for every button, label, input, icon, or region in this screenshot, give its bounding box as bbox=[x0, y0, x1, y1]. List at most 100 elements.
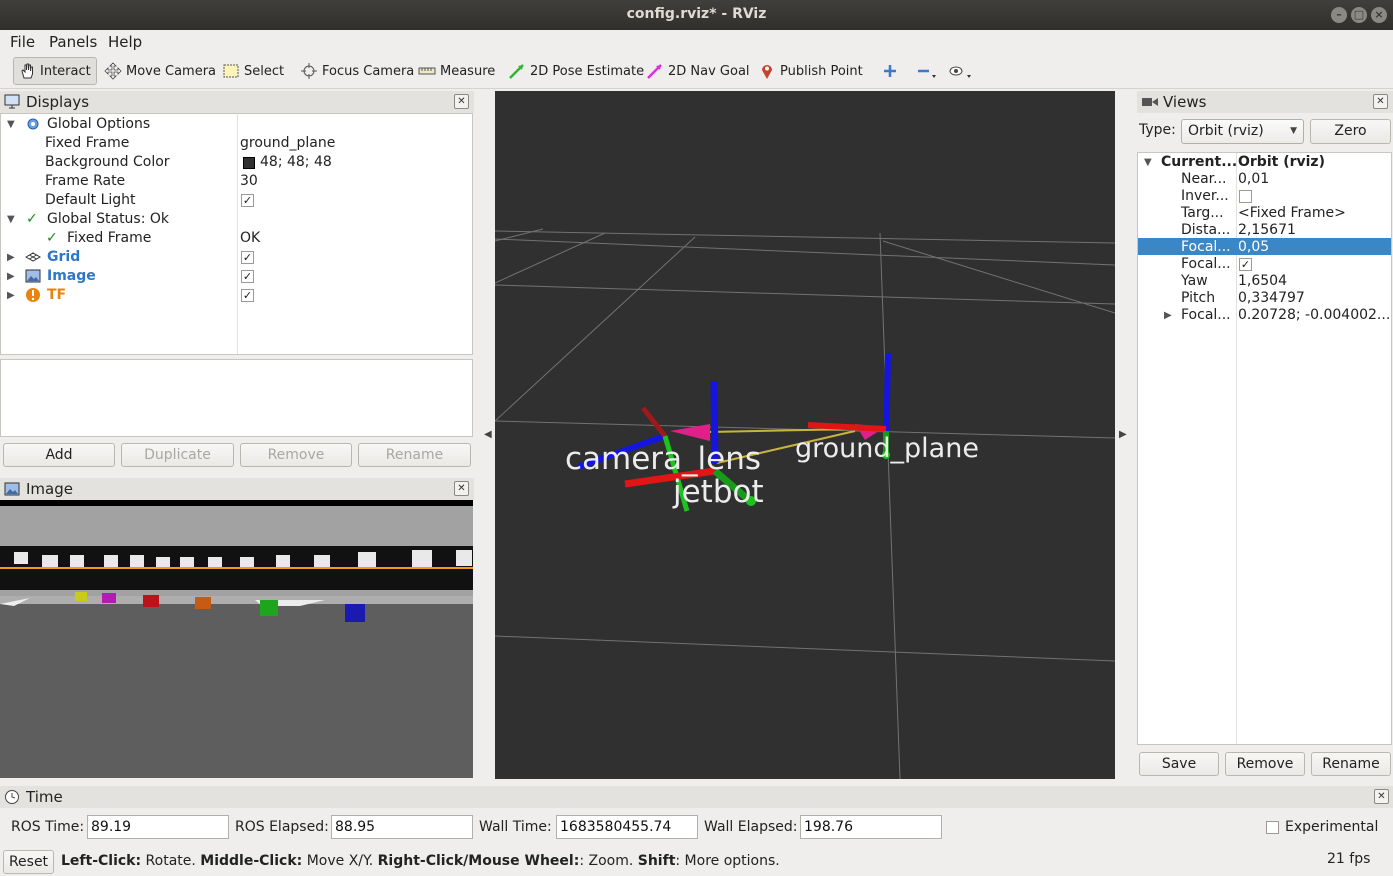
views-tree: ▼ Current... Orbit (rviz) Near... 0,01 I… bbox=[1137, 152, 1392, 745]
background-color-value[interactable]: 48; 48; 48 bbox=[260, 153, 332, 172]
invert-checkbox[interactable] bbox=[1239, 190, 1252, 203]
remove-view-button[interactable]: Remove bbox=[1225, 752, 1305, 776]
menu-help[interactable]: Help bbox=[108, 33, 142, 51]
ros-elapsed-field[interactable]: 88.95 bbox=[331, 815, 473, 839]
add-display-button[interactable]: Add bbox=[3, 443, 115, 467]
tree-row-frame-rate[interactable]: Frame Rate 30 bbox=[1, 172, 471, 191]
save-view-button[interactable]: Save bbox=[1139, 752, 1219, 776]
focus-camera-label: Focus Camera bbox=[322, 63, 415, 79]
displays-close-button[interactable]: ✕ bbox=[454, 94, 469, 109]
select-label: Select bbox=[244, 63, 285, 79]
measure-label: Measure bbox=[440, 63, 496, 79]
displays-tree: ▼ Global Options Fixed Frame ground_plan… bbox=[0, 113, 473, 355]
tree-row-global-options[interactable]: ▼ Global Options bbox=[1, 115, 471, 134]
nav-goal-tool[interactable]: 2D Nav Goal bbox=[642, 57, 754, 85]
displays-header: Displays ✕ bbox=[0, 91, 474, 113]
plus-icon bbox=[884, 65, 896, 77]
menu-panels[interactable]: Panels bbox=[49, 33, 97, 51]
view-row-focal-size-selected[interactable]: Focal... 0,05 bbox=[1138, 238, 1391, 255]
view-tool-button[interactable] bbox=[944, 57, 982, 85]
maximize-button[interactable]: □ bbox=[1351, 7, 1367, 23]
move-camera-tool[interactable]: Move Camera bbox=[100, 57, 220, 85]
default-light-checkbox[interactable]: ✓ bbox=[241, 194, 254, 207]
minimize-button[interactable]: – bbox=[1331, 7, 1347, 23]
remove-display-button[interactable]: Remove bbox=[240, 443, 352, 467]
wall-elapsed-label: Wall Elapsed: bbox=[704, 819, 798, 835]
focus-camera-tool[interactable]: Focus Camera bbox=[296, 57, 418, 85]
frame-rate-value[interactable]: 30 bbox=[240, 172, 258, 191]
reset-button[interactable]: Reset bbox=[3, 850, 54, 874]
image-checkbox[interactable]: ✓ bbox=[241, 270, 254, 283]
row-label: Frame Rate bbox=[45, 173, 126, 189]
eye-icon bbox=[949, 66, 971, 78]
status-value: OK bbox=[240, 230, 261, 246]
checkmark-icon: ✓ bbox=[46, 230, 58, 246]
measure-tool[interactable]: Measure bbox=[414, 57, 499, 85]
scene-canvas: camera_lens ground_plane jetbot bbox=[495, 228, 1115, 779]
color-swatch[interactable] bbox=[243, 157, 255, 169]
tree-row-background-color[interactable]: Background Color 48; 48; 48 bbox=[1, 153, 471, 172]
focal-checkbox[interactable]: ✓ bbox=[1239, 258, 1252, 271]
tree-row-status-fixed-frame[interactable]: ✓ Fixed Frame OK bbox=[1, 229, 471, 248]
grid-checkbox[interactable]: ✓ bbox=[241, 251, 254, 264]
pose-estimate-tool[interactable]: 2D Pose Estimate bbox=[504, 57, 648, 85]
move-arrows-icon bbox=[104, 62, 122, 80]
row-label: Background Color bbox=[45, 154, 170, 170]
focus-crosshair-icon bbox=[301, 63, 317, 79]
remove-tool-button[interactable] bbox=[912, 57, 946, 85]
rename-view-button[interactable]: Rename bbox=[1311, 752, 1391, 776]
checkmark-icon: ✓ bbox=[26, 211, 38, 227]
zero-button[interactable]: Zero bbox=[1310, 119, 1391, 144]
image-panel-close-button[interactable]: ✕ bbox=[454, 481, 469, 496]
row-value[interactable]: 0.20728; -0.004002... bbox=[1238, 306, 1390, 325]
wall-elapsed-field[interactable]: 198.76 bbox=[800, 815, 942, 839]
ruler-icon bbox=[418, 67, 436, 75]
select-tool[interactable]: Select bbox=[218, 57, 288, 85]
fixed-frame-value[interactable]: ground_plane bbox=[240, 134, 335, 153]
hint-right-click: Right-Click/Mouse Wheel: bbox=[377, 853, 580, 869]
camera-icon bbox=[1142, 98, 1158, 106]
grid-icon bbox=[25, 252, 41, 262]
row-label: Default Light bbox=[45, 192, 136, 208]
camera-image-view[interactable] bbox=[0, 500, 473, 778]
views-close-button[interactable]: ✕ bbox=[1373, 94, 1388, 109]
menu-file[interactable]: File bbox=[10, 33, 35, 51]
ros-time-label: ROS Time: bbox=[11, 819, 85, 835]
duplicate-display-button[interactable]: Duplicate bbox=[121, 443, 234, 467]
experimental-checkbox[interactable] bbox=[1266, 821, 1279, 834]
image-panel-header: Image ✕ bbox=[0, 478, 474, 500]
window-title: config.rviz* - RViz bbox=[626, 6, 767, 22]
row-label: Focal... bbox=[1181, 307, 1231, 323]
tree-row-default-light[interactable]: Default Light ✓ bbox=[1, 191, 471, 210]
close-window-button[interactable]: × bbox=[1371, 7, 1387, 23]
render-viewport[interactable]: camera_lens ground_plane jetbot bbox=[495, 91, 1115, 779]
rename-display-button[interactable]: Rename bbox=[358, 443, 471, 467]
interact-label: Interact bbox=[40, 63, 91, 79]
interact-tool[interactable]: Interact bbox=[13, 57, 97, 85]
tree-row-grid[interactable]: ▶ Grid ✓ bbox=[1, 248, 471, 267]
hand-icon bbox=[21, 63, 33, 79]
hint-right-click-desc: : Zoom. bbox=[579, 853, 638, 869]
view-row-focal-point[interactable]: ▶ Focal... 0.20728; -0.004002... bbox=[1138, 306, 1391, 325]
tree-row-global-status[interactable]: ▼ ✓ Global Status: Ok bbox=[1, 210, 471, 229]
tree-row-image[interactable]: ▶ Image ✓ bbox=[1, 267, 471, 286]
tree-row-fixed-frame[interactable]: Fixed Frame ground_plane bbox=[1, 134, 471, 153]
time-close-button[interactable]: ✕ bbox=[1374, 789, 1389, 804]
row-label: Global Options bbox=[47, 116, 151, 132]
tree-row-tf[interactable]: ▶ TF ✓ bbox=[1, 286, 471, 305]
tf-checkbox[interactable]: ✓ bbox=[241, 289, 254, 302]
hint-left-click-desc: Rotate. bbox=[141, 853, 201, 869]
row-label: Fixed Frame bbox=[67, 230, 152, 246]
wall-time-label: Wall Time: bbox=[479, 819, 552, 835]
right-collapse-handle[interactable]: ▶ bbox=[1119, 429, 1127, 440]
left-collapse-handle[interactable]: ◀ bbox=[484, 429, 492, 440]
view-type-select[interactable]: Orbit (rviz) ▼ bbox=[1181, 119, 1304, 144]
ros-time-field[interactable]: 89.19 bbox=[87, 815, 229, 839]
ground-plane-label: ground_plane bbox=[795, 433, 979, 464]
camera-lens-label: camera_lens bbox=[565, 441, 761, 477]
wall-time-field[interactable]: 1683580455.74 bbox=[556, 815, 698, 839]
clock-icon bbox=[5, 790, 19, 804]
view-type-value: Orbit (rviz) bbox=[1188, 123, 1264, 139]
publish-point-tool[interactable]: Publish Point bbox=[754, 57, 867, 85]
add-tool-button[interactable] bbox=[878, 57, 906, 85]
